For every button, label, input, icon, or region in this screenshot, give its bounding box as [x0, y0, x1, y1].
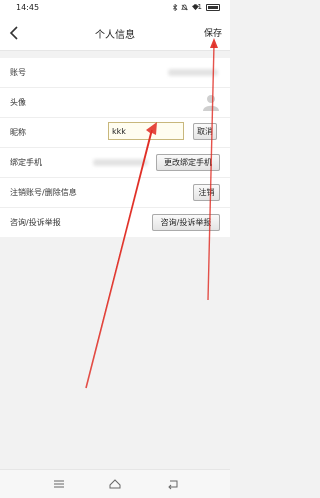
battery-icon [206, 4, 220, 11]
back-icon[interactable] [166, 477, 180, 491]
nickname-input[interactable] [108, 122, 184, 140]
row-phone: 绑定手机 更改绑定手机 [0, 148, 230, 178]
avatar-icon[interactable] [202, 93, 220, 111]
deregister-button[interactable]: 注销 [193, 184, 220, 201]
home-icon[interactable] [108, 477, 122, 491]
system-nav-bar [0, 469, 230, 498]
status-time: 14:45 [16, 3, 40, 12]
mute-icon [181, 4, 188, 11]
deregister-label: 注销账号/删除信息 [10, 188, 77, 197]
phone-value-redacted [93, 159, 148, 166]
row-deregister: 注销账号/删除信息 注销 [0, 178, 230, 208]
nickname-label: 昵称 [10, 128, 26, 137]
avatar-label: 头像 [10, 98, 26, 107]
row-complaint: 咨询/投诉举报 咨询/投诉举报 [0, 208, 230, 237]
complaint-button[interactable]: 咨询/投诉举报 [152, 214, 220, 231]
save-button[interactable]: 保存 [204, 26, 222, 39]
header: 个人信息 保存 [0, 16, 230, 51]
account-value-redacted [168, 69, 218, 76]
menu-icon[interactable] [52, 477, 66, 491]
battery-level: 61 [193, 3, 202, 11]
phone-label: 绑定手机 [10, 158, 42, 167]
account-label: 账号 [10, 68, 26, 77]
change-phone-button[interactable]: 更改绑定手机 [156, 154, 220, 171]
profile-list: 账号 头像 昵称 取消 绑定手机 更改绑定手机 注销账号/删除信息 注销 咨询/… [0, 58, 230, 237]
status-bar: 14:45 61 [0, 0, 230, 16]
bluetooth-icon [173, 4, 178, 11]
row-nickname: 昵称 取消 [0, 118, 230, 148]
row-avatar[interactable]: 头像 [0, 88, 230, 118]
row-account: 账号 [0, 58, 230, 88]
complaint-label: 咨询/投诉举报 [10, 218, 61, 227]
cancel-button[interactable]: 取消 [193, 123, 217, 140]
page-title: 个人信息 [95, 30, 135, 41]
